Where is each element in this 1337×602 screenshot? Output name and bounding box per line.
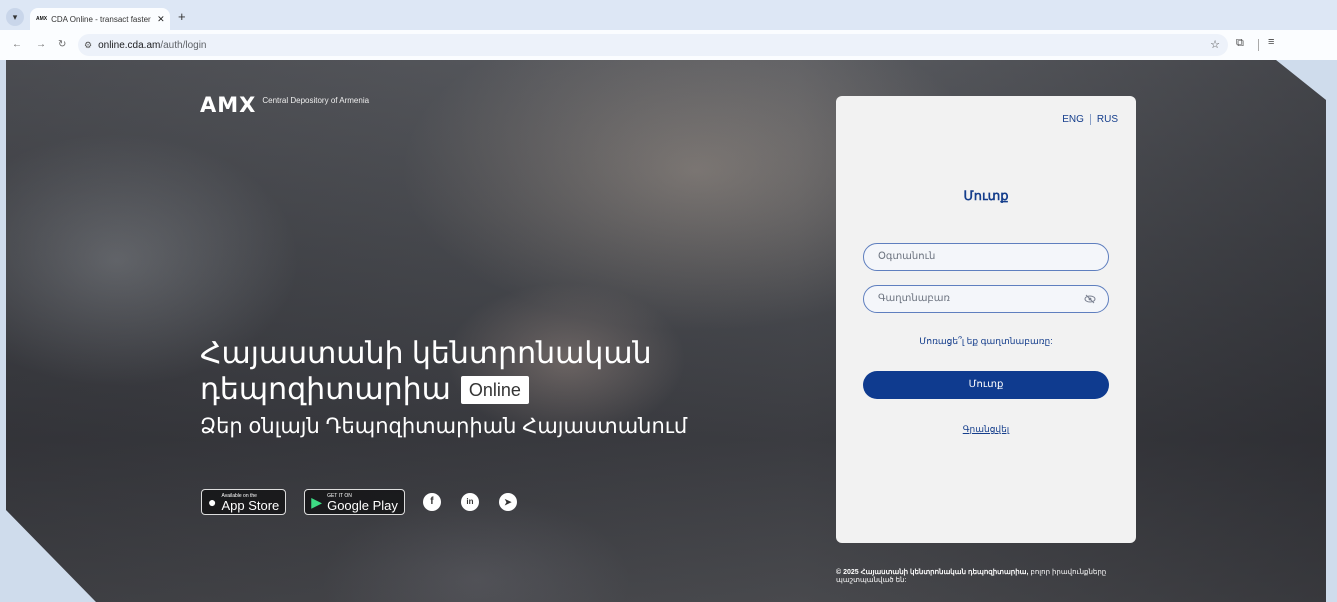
browser-chrome: ▾ AMX CDA Online - transact faster, vi ✕… [0, 0, 1337, 60]
app-store-button[interactable]: ● Available on the App Store [201, 489, 287, 515]
language-switcher: ENG RUS [1062, 114, 1118, 125]
toolbar-divider [1258, 39, 1259, 51]
logo-mark: AMX [200, 93, 257, 117]
register-link[interactable]: Գրանցվել [836, 424, 1136, 435]
app-links: ● Available on the App Store ▶ GET IT ON… [201, 489, 537, 515]
forward-icon[interactable]: → [36, 39, 46, 50]
password-input[interactable]: Գաղտնաբառ [863, 285, 1109, 313]
browser-toolbar: ← → ↻ ⚙ online.cda.am/auth/login ☆ [0, 30, 1337, 60]
bookmark-star-icon[interactable]: ☆ [1210, 34, 1220, 56]
eye-off-icon[interactable] [1084, 286, 1096, 312]
hero-subtitle: Ձեր օնլայն Դեպոզիտարիան Հայաստանում [200, 415, 688, 438]
tab-strip: ▾ AMX CDA Online - transact faster, vi ✕… [0, 0, 1337, 30]
lang-rus[interactable]: RUS [1097, 114, 1118, 125]
hero-title-line1: Հայաստանի կենտրոնական [200, 337, 652, 370]
app-store-label: App Store [221, 497, 280, 513]
lang-divider [1089, 114, 1091, 125]
url-path: /auth/login [160, 40, 207, 51]
back-icon[interactable]: ← [12, 39, 22, 50]
apple-icon: ● [208, 494, 217, 510]
login-page: AMX Central Depository of Armenia Հայաստ… [6, 60, 1326, 602]
login-card: ENG RUS Մուտք Օգտանուն Գաղտնաբառ Մոռացե՞… [836, 96, 1136, 543]
footer-copyright: © 2025 Հայաստանի կենտրոնական դեպոզիտարիա… [836, 569, 1136, 585]
logo-text: Central Depository of Armenia [262, 96, 370, 105]
footer-bold: © 2025 Հայաստանի կենտրոնական դեպոզիտարիա… [836, 569, 1029, 576]
close-tab-icon[interactable]: ✕ [157, 14, 165, 25]
reload-icon[interactable]: ↻ [58, 39, 66, 50]
telegram-icon[interactable]: ➤ [498, 493, 517, 511]
google-play-button[interactable]: ▶ GET IT ON Google Play [304, 489, 405, 515]
login-button[interactable]: Մուտք [863, 371, 1109, 399]
username-input[interactable]: Օգտանուն [863, 243, 1109, 271]
reading-list-icon[interactable]: ≡ [1268, 36, 1274, 48]
username-placeholder: Օգտանուն [878, 251, 936, 262]
hero-heading: Հայաստանի կենտրոնական դեպոզիտարիա Online… [200, 336, 687, 442]
tab-title: CDA Online - transact faster, vi [51, 14, 152, 24]
facebook-icon[interactable]: f [422, 493, 441, 511]
browser-tab[interactable]: AMX CDA Online - transact faster, vi ✕ [30, 8, 170, 30]
linkedin-icon[interactable]: in [460, 493, 479, 511]
login-title: Մուտք [963, 188, 1009, 203]
site-info-icon[interactable]: ⚙ [84, 40, 92, 50]
brand-logo[interactable]: AMX Central Depository of Armenia [200, 94, 372, 116]
hero-title-word: դեպոզիտարիա [200, 373, 451, 406]
extensions-icon[interactable]: ⧉ [1236, 37, 1244, 50]
online-badge: Online [460, 376, 529, 404]
address-bar[interactable]: ⚙ online.cda.am/auth/login ☆ [78, 34, 1228, 56]
new-tab-icon[interactable]: + [178, 10, 186, 24]
tab-favicon: AMX [36, 16, 48, 22]
password-placeholder: Գաղտնաբառ [878, 293, 950, 304]
forgot-password-link[interactable]: Մոռացե՞լ եք գաղտնաբառը: [836, 336, 1136, 347]
tab-search-icon[interactable]: ▾ [6, 8, 24, 26]
hero-title-line2: դեպոզիտարիա Online [200, 372, 687, 408]
lang-eng[interactable]: ENG [1062, 114, 1084, 125]
google-play-label: Google Play [327, 497, 398, 513]
url-host: online.cda.am [98, 40, 161, 51]
google-play-icon: ▶ [311, 493, 323, 510]
